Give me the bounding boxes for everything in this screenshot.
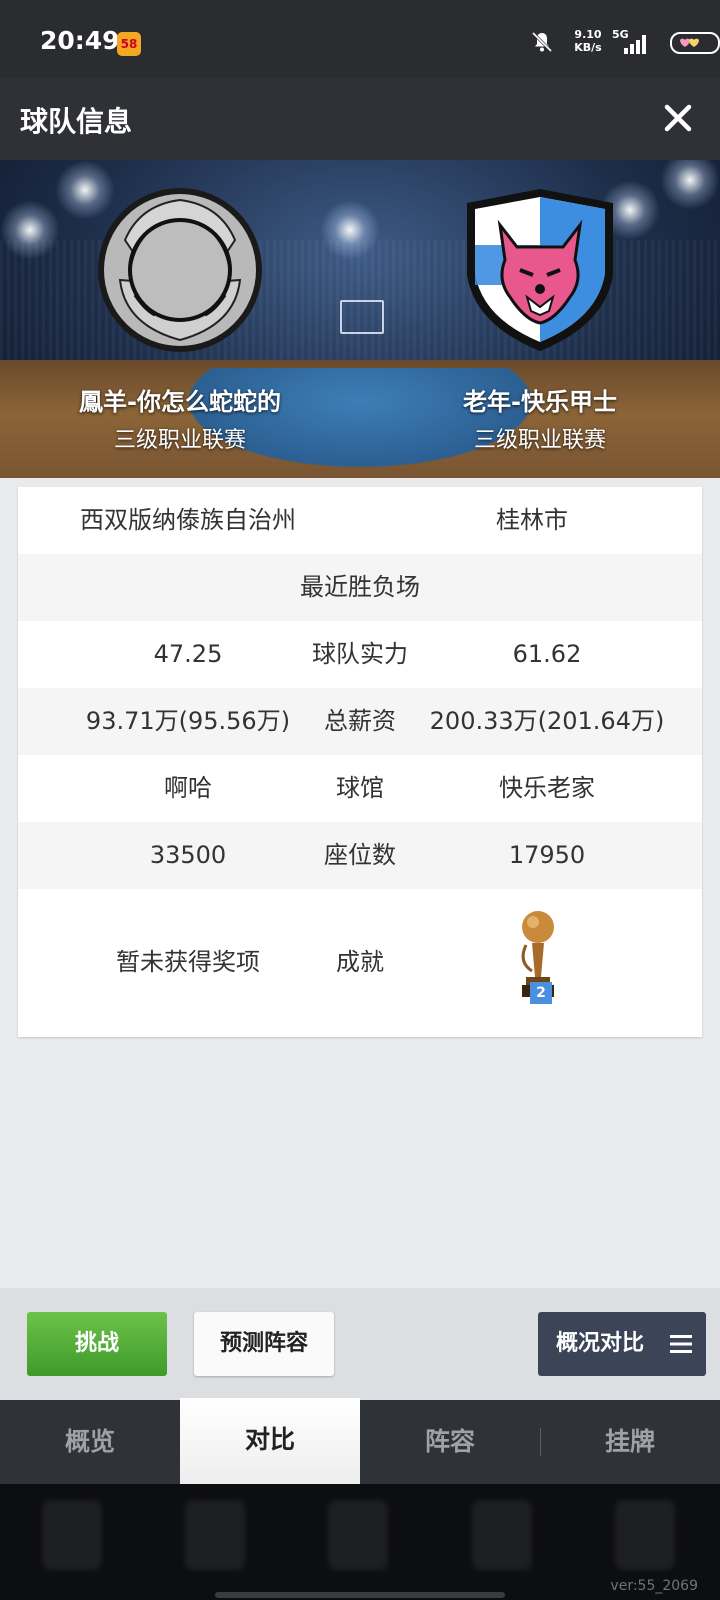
salary-label: 总薪资 <box>324 707 396 735</box>
location-row: 西双版纳傣族自治州 桂林市 <box>18 487 702 554</box>
mute-bell-icon <box>531 31 553 53</box>
tab-lineup[interactable]: 阵容 <box>360 1400 540 1484</box>
stadium-light <box>660 160 720 210</box>
nav-item[interactable] <box>615 1500 675 1570</box>
stadium-light <box>320 200 380 260</box>
tab-bar: 概览 对比 阵容 挂牌 <box>0 1398 720 1484</box>
team-left-name: 鳳羊-你怎么蛇蛇的 <box>79 388 281 416</box>
tab-listing[interactable]: 挂牌 <box>540 1400 720 1484</box>
home-indicator[interactable] <box>215 1592 505 1598</box>
salary-left: 93.71万(95.56万) <box>85 707 291 735</box>
trophy[interactable]: 2 <box>508 907 568 1007</box>
nav-item[interactable] <box>472 1500 532 1570</box>
arena-label: 球馆 <box>336 774 384 802</box>
recent-record-label: 最近胜负场 <box>300 573 420 601</box>
status-bar: 20:49 58 9.10 KB/s 5G <box>0 0 720 78</box>
comparison-table: 西双版纳傣族自治州 桂林市 最近胜负场 47.25 球队实力 61.62 93.… <box>18 487 702 1037</box>
team-right-league: 三级职业联赛 <box>473 428 606 453</box>
close-icon[interactable] <box>660 100 696 136</box>
network-speed: 9.10 KB/s <box>570 28 606 54</box>
achievement-row: 暂未获得奖项 成就 2 <box>18 889 702 1037</box>
location-right: 桂林市 <box>496 506 568 534</box>
network-speed-unit: KB/s <box>574 41 602 54</box>
overview-compare-button[interactable]: 概况对比 <box>538 1312 706 1376</box>
table-row: 33500 座位数 17950 <box>18 822 702 889</box>
predict-lineup-button[interactable]: 预测阵容 <box>194 1312 334 1376</box>
nav-item[interactable] <box>185 1500 245 1570</box>
status-time: 20:49 <box>40 26 120 55</box>
tab-compare[interactable]: 对比 <box>180 1398 360 1484</box>
recent-record-row: 最近胜负场 <box>18 554 702 621</box>
action-bar: 挑战 预测阵容 概况对比 <box>0 1288 720 1400</box>
achievement-label: 成就 <box>336 948 384 976</box>
location-left: 西双版纳傣族自治州 <box>80 506 296 534</box>
team-strength-left: 47.25 <box>153 640 223 668</box>
overview-compare-label: 概况对比 <box>556 1331 645 1356</box>
battery-icon <box>670 32 720 54</box>
arena-left: 啊哈 <box>164 774 212 802</box>
app-notification-icon: 58 <box>117 32 141 56</box>
arena-right: 快乐老家 <box>499 774 595 802</box>
seats-left: 33500 <box>149 841 227 869</box>
page-title: 球队信息 <box>20 105 133 138</box>
team-strength-label: 球队实力 <box>312 640 408 668</box>
tab-overview[interactable]: 概览 <box>0 1400 180 1484</box>
signal-icon <box>624 35 646 54</box>
team-strength-right: 61.62 <box>512 640 582 668</box>
seats-right: 17950 <box>508 841 586 869</box>
trophy-count-badge: 2 <box>530 982 552 1004</box>
table-row: 93.71万(95.56万) 总薪资 200.33万(201.64万) <box>18 688 702 755</box>
nav-item[interactable] <box>328 1500 388 1570</box>
seats-label: 座位数 <box>324 841 396 869</box>
menu-icon <box>670 1335 692 1353</box>
table-row: 47.25 球队实力 61.62 <box>18 621 702 688</box>
team-banner: 鳳羊-你怎么蛇蛇的 三级职业联赛 老年-快乐甲士 三级职业联赛 <box>0 160 720 478</box>
table-row: 啊哈 球馆 快乐老家 <box>18 755 702 822</box>
team-left-logo[interactable] <box>95 185 265 355</box>
team-right-name: 老年-快乐甲士 <box>463 388 617 416</box>
page-header: 球队信息 <box>0 78 720 160</box>
team-left-league: 三级职业联赛 <box>113 428 246 453</box>
nav-item[interactable] <box>42 1500 102 1570</box>
basketball-hoop <box>340 300 384 334</box>
challenge-button[interactable]: 挑战 <box>27 1312 167 1376</box>
achievement-left: 暂未获得奖项 <box>116 948 260 976</box>
stadium-light <box>0 200 60 260</box>
bottom-navigation: ver:55_2069 <box>0 1484 720 1600</box>
version-label: ver:55_2069 <box>610 1578 698 1594</box>
team-right-logo[interactable] <box>455 185 625 355</box>
network-speed-value: 9.10 <box>574 28 602 41</box>
salary-right: 200.33万(201.64万) <box>429 707 665 735</box>
